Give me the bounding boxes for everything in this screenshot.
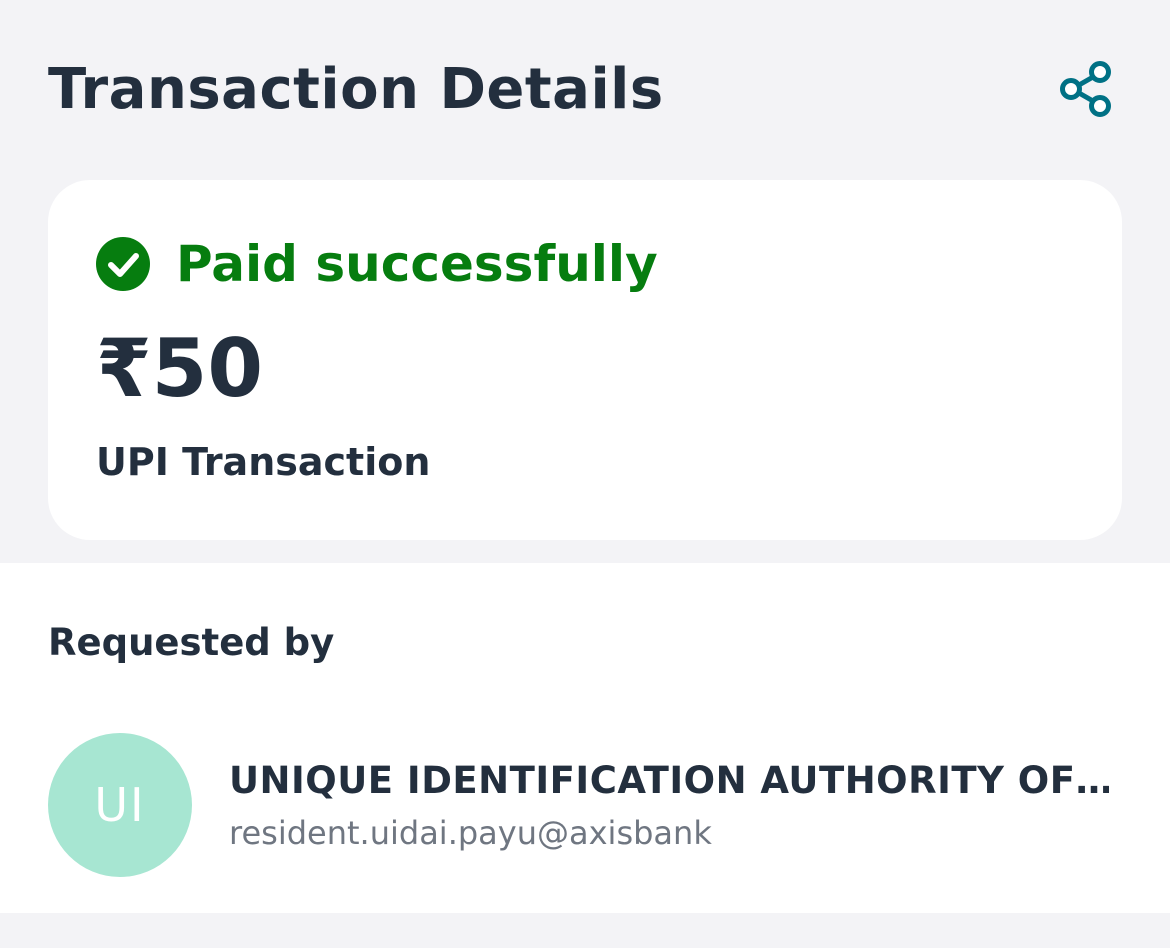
share-icon[interactable]	[1056, 58, 1118, 120]
transaction-status-card: Paid successfully ₹50 UPI Transaction	[48, 180, 1122, 540]
bottom-divider	[0, 913, 1170, 948]
page-title: Transaction Details	[48, 57, 664, 122]
payment-status-text: Paid successfully	[176, 235, 658, 293]
check-circle-icon	[96, 237, 150, 291]
status-row: Paid successfully	[96, 236, 658, 292]
avatar-initials: UI	[94, 778, 146, 832]
payee-name: UNIQUE IDENTIFICATION AUTHORITY OF…	[229, 759, 1109, 802]
requested-by-section: Requested by UI UNIQUE IDENTIFICATION AU…	[0, 563, 1170, 913]
transaction-amount: ₹50	[96, 322, 263, 415]
requested-by-label: Requested by	[48, 621, 335, 664]
payee-avatar: UI	[48, 733, 192, 877]
payee-upi-id: resident.uidai.payu@axisbank	[229, 814, 712, 852]
transaction-type: UPI Transaction	[96, 440, 431, 484]
share-button[interactable]	[1056, 58, 1118, 120]
header-area: Transaction Details Paid successfully ₹5…	[0, 0, 1170, 563]
